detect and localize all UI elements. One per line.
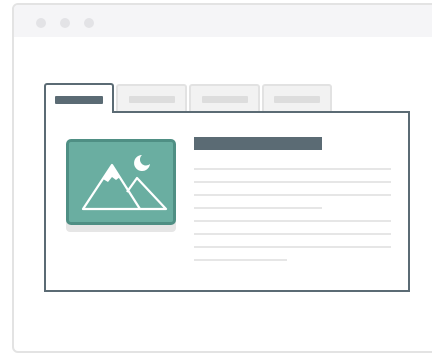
tab-label-placeholder bbox=[201, 96, 248, 103]
image-placeholder bbox=[66, 139, 176, 225]
active-tab-connector bbox=[46, 110, 112, 114]
text-line bbox=[194, 259, 287, 261]
mountain-moon-image-icon bbox=[81, 155, 168, 211]
tab-4[interactable] bbox=[262, 84, 332, 111]
window-minimize-dot[interactable] bbox=[60, 18, 70, 28]
headline-placeholder bbox=[194, 137, 322, 150]
text-line bbox=[194, 168, 391, 170]
tab-3[interactable] bbox=[189, 84, 260, 111]
text-line bbox=[194, 194, 391, 196]
text-line bbox=[194, 233, 391, 235]
tab-2[interactable] bbox=[116, 84, 187, 111]
text-line bbox=[194, 246, 391, 248]
text-line bbox=[194, 181, 391, 183]
window-close-dot[interactable] bbox=[36, 18, 46, 28]
text-line bbox=[194, 220, 391, 222]
tab-label-placeholder bbox=[274, 96, 320, 103]
text-line bbox=[194, 207, 322, 209]
tab-label-placeholder bbox=[55, 96, 103, 104]
tab-1[interactable] bbox=[44, 83, 114, 113]
tab-label-placeholder bbox=[128, 96, 175, 103]
window-maximize-dot[interactable] bbox=[84, 18, 94, 28]
window-titlebar bbox=[14, 5, 432, 37]
